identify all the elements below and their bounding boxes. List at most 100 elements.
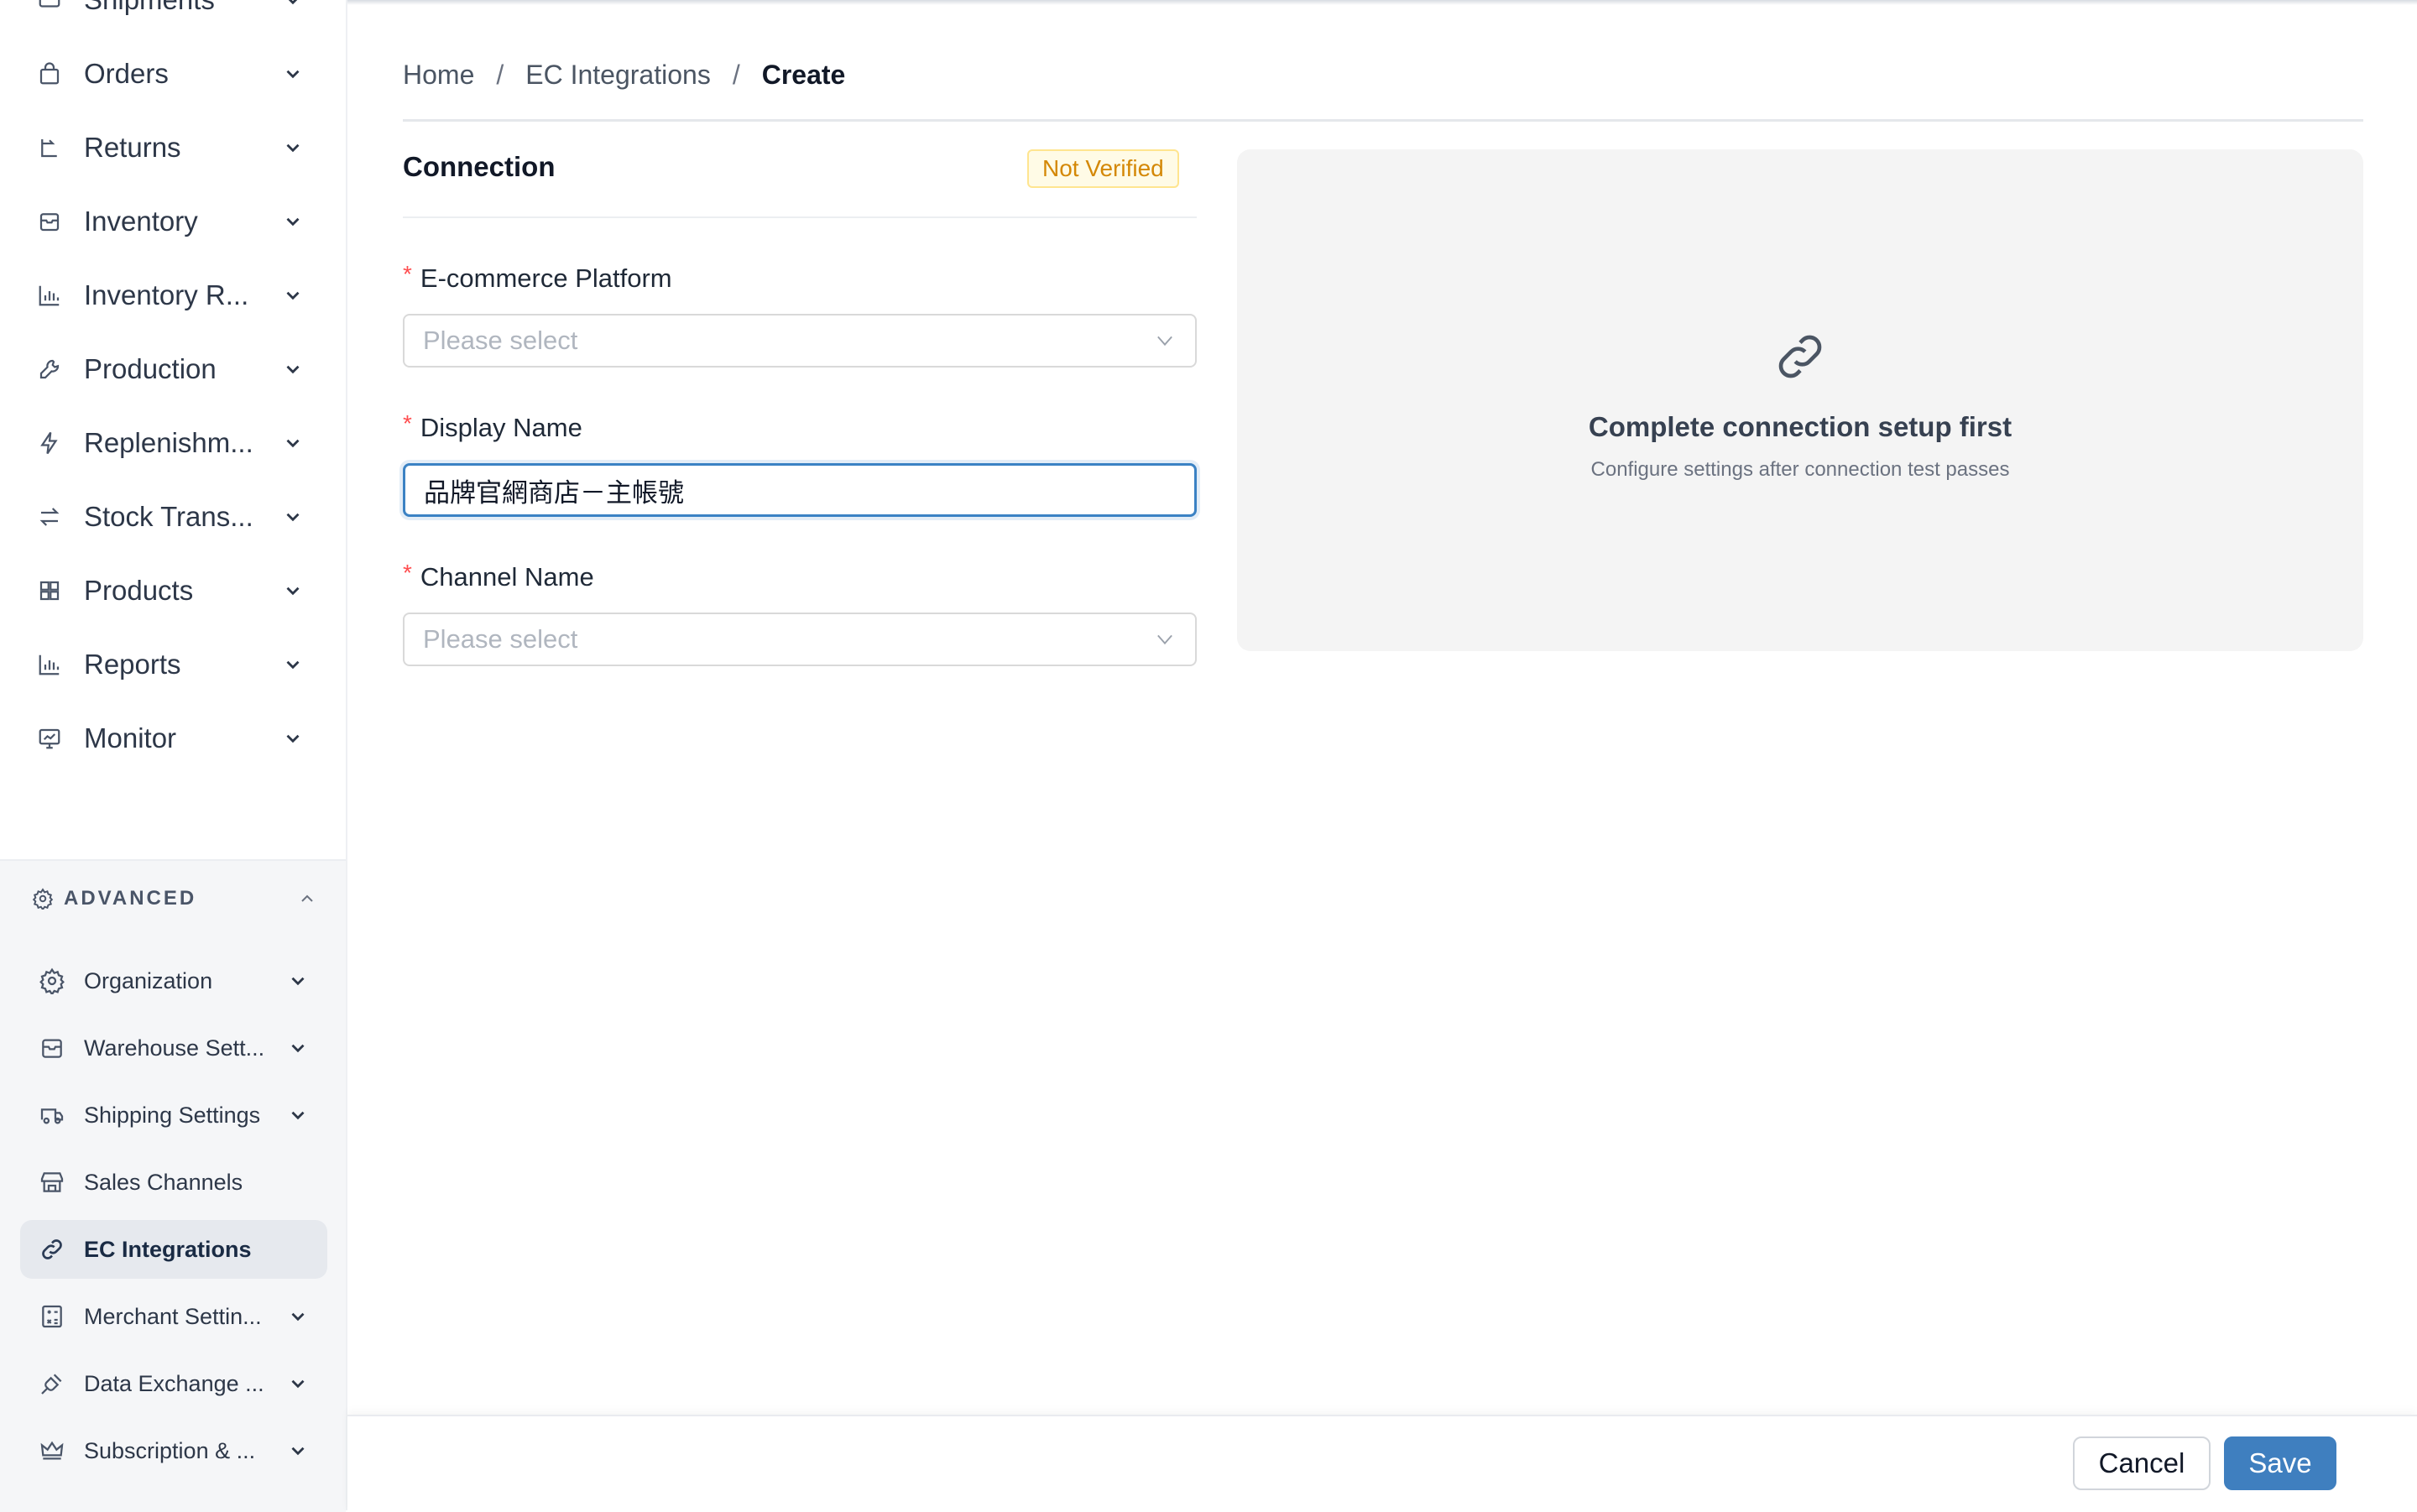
sidebar-item-label: Reports	[84, 649, 181, 680]
sidebar-item-label: Merchant Settin...	[84, 1303, 262, 1329]
sidebar-item-warehouse-settings[interactable]: Warehouse Sett...	[20, 1019, 327, 1077]
settings-placeholder-panel	[1237, 149, 2363, 651]
display-name-label-text: Display Name	[420, 413, 582, 442]
breadcrumb-home[interactable]: Home	[403, 60, 474, 91]
chevron-down-icon	[286, 439, 300, 448]
breadcrumb: Home / EC Integrations / Create	[403, 54, 845, 96]
display-name-input[interactable]	[403, 463, 1197, 517]
platform-field-label: * E-commerce Platform	[403, 261, 672, 294]
sidebar-item-returns[interactable]: Returns	[37, 123, 304, 173]
sidebar-item-label: Orders	[84, 58, 169, 89]
gear-icon	[32, 888, 54, 910]
advanced-section-toggle[interactable]: ADVANCED	[32, 878, 317, 920]
gear-icon	[39, 967, 65, 994]
sidebar-item-label: Shipments	[84, 0, 282, 16]
store-icon	[39, 1169, 65, 1196]
channel-name-select[interactable]: Please select	[403, 613, 1197, 666]
sidebar-item-orders[interactable]: Orders	[37, 49, 304, 99]
chevron-down-icon	[291, 977, 305, 986]
link-icon	[1778, 335, 1822, 378]
channel-name-label-text: Channel Name	[420, 562, 594, 592]
bar-chart-icon	[37, 652, 62, 677]
chevron-down-icon	[286, 70, 300, 79]
breadcrumb-current: Create	[761, 59, 846, 90]
bag-icon	[37, 61, 62, 86]
sidebar-item-reports[interactable]: Reports	[37, 639, 304, 690]
truck-icon	[37, 0, 62, 13]
sidebar-item-label: Products	[84, 575, 194, 606]
placeholder-title: Complete connection setup first	[1588, 411, 2012, 442]
connection-section-title: Connection	[403, 151, 556, 182]
breadcrumb-ec-integrations[interactable]: EC Integrations	[525, 60, 711, 91]
sidebar-item-stock-transfer[interactable]: Stock Trans...	[37, 492, 304, 542]
sidebar-item-label: Inventory	[84, 206, 198, 237]
chevron-down-icon	[291, 1044, 305, 1053]
warehouse-icon	[39, 1035, 65, 1061]
sidebar-item-production[interactable]: Production	[37, 344, 304, 394]
sidebar-item-label: Production	[84, 353, 217, 384]
chevron-down-icon	[286, 143, 300, 153]
sidebar-item-label: Organization	[84, 967, 213, 993]
chevron-down-icon	[291, 1379, 305, 1389]
chevron-down-icon	[286, 217, 300, 227]
required-marker: *	[403, 261, 412, 287]
display-name-field-label: * Display Name	[403, 410, 582, 443]
channel-name-field-label: * Channel Name	[403, 560, 594, 592]
chevron-down-icon	[286, 734, 300, 743]
chevron-down-icon	[286, 587, 300, 596]
sidebar-item-replenishment[interactable]: Replenishm...	[37, 418, 304, 468]
channel-select-placeholder: Please select	[423, 624, 578, 654]
sidebar-item-ec-integrations[interactable]: EC Integrations	[20, 1220, 327, 1279]
plug-icon	[39, 1370, 65, 1397]
calculator-icon	[39, 1303, 65, 1330]
sidebar-item-label: Replenishm...	[84, 427, 253, 458]
chevron-down-icon	[286, 660, 300, 670]
chevron-down-icon	[286, 365, 300, 374]
breadcrumb-separator: /	[496, 59, 504, 90]
transfer-icon	[37, 504, 62, 529]
sidebar-item-subscription[interactable]: Subscription & ...	[20, 1421, 327, 1480]
lightning-icon	[37, 430, 62, 456]
chevron-down-icon	[1157, 336, 1172, 347]
breadcrumb-separator: /	[732, 59, 740, 90]
header-shadow	[347, 0, 2417, 5]
sidebar-item-label: Monitor	[84, 722, 177, 753]
chevron-down-icon	[288, 0, 298, 5]
bar-chart-icon	[37, 283, 62, 308]
sidebar-item-label: Returns	[84, 132, 181, 163]
chevron-down-icon	[291, 1447, 305, 1456]
chevron-down-icon	[286, 291, 300, 300]
chevron-down-icon	[286, 513, 300, 522]
sidebar-item-merchant-settings[interactable]: Merchant Settin...	[20, 1287, 327, 1346]
sidebar: Shipments Orders Returns Inventory Inven…	[0, 0, 347, 1512]
required-marker: *	[403, 410, 412, 436]
link-icon	[39, 1236, 65, 1263]
platform-select-placeholder: Please select	[423, 326, 578, 355]
save-button[interactable]: Save	[2224, 1436, 2336, 1490]
sidebar-item-label: Sales Channels	[84, 1169, 243, 1195]
placeholder-subtitle: Configure settings after connection test…	[1590, 458, 2010, 481]
chevron-down-icon	[291, 1111, 305, 1120]
sidebar-item-sales-channels[interactable]: Sales Channels	[20, 1153, 327, 1212]
sidebar-item-monitor[interactable]: Monitor	[37, 713, 304, 764]
ecommerce-platform-select[interactable]: Please select	[403, 314, 1197, 368]
sidebar-item-label: Shipping Settings	[84, 1102, 261, 1128]
chevron-down-icon	[291, 1312, 305, 1322]
cancel-button[interactable]: Cancel	[2073, 1436, 2211, 1490]
sidebar-item-shipping-settings[interactable]: Shipping Settings	[20, 1086, 327, 1144]
sidebar-item-shipments[interactable]: Shipments	[37, 0, 304, 25]
sidebar-item-inventory-reports[interactable]: Inventory R...	[37, 270, 304, 321]
section-divider	[403, 216, 1197, 218]
grid-icon	[37, 578, 62, 603]
verification-status-badge: Not Verified	[1027, 149, 1179, 188]
sidebar-item-label: Subscription & ...	[84, 1437, 256, 1463]
sidebar-item-label: EC Integrations	[84, 1236, 252, 1262]
monitor-icon	[37, 726, 62, 751]
sidebar-item-label: Data Exchange ...	[84, 1370, 264, 1396]
sidebar-item-label: Warehouse Sett...	[84, 1035, 265, 1061]
sidebar-item-organization[interactable]: Organization	[20, 952, 327, 1010]
sidebar-item-inventory[interactable]: Inventory	[37, 196, 304, 247]
sidebar-item-data-exchange[interactable]: Data Exchange ...	[20, 1354, 327, 1413]
chevron-down-icon	[1157, 634, 1172, 645]
sidebar-item-products[interactable]: Products	[37, 566, 304, 616]
